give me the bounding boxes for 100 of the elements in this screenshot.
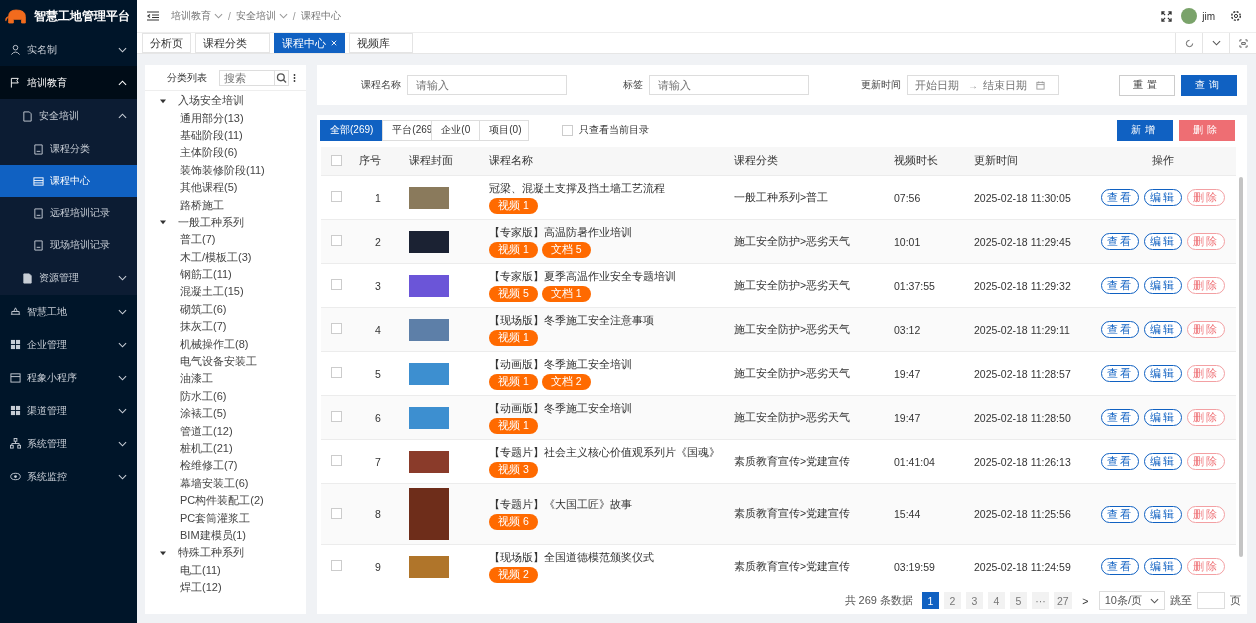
page-button[interactable]: 5 xyxy=(1010,592,1027,609)
breadcrumb-link[interactable]: 培训教育 xyxy=(171,9,223,23)
tree-node[interactable]: 防水工(6) xyxy=(145,387,306,406)
sidebar-item[interactable]: 远程培训记录 xyxy=(0,197,137,229)
more-icon[interactable] xyxy=(293,73,296,83)
tree-node[interactable]: 通用部分(13) xyxy=(145,109,306,127)
checkbox[interactable] xyxy=(331,507,342,519)
page-button[interactable]: ··· xyxy=(1032,592,1049,609)
tree-node[interactable]: 木工/模板工(3) xyxy=(145,248,306,266)
tree-node[interactable]: 机械操作工(8) xyxy=(145,335,306,353)
view-button[interactable]: 查看 xyxy=(1100,189,1139,206)
tree-node[interactable]: 管道工(12) xyxy=(145,422,306,440)
sidebar-item[interactable]: 培训教育 xyxy=(0,66,137,99)
checkbox[interactable] xyxy=(331,279,342,290)
avatar[interactable] xyxy=(1181,8,1198,24)
page-button[interactable]: 3 xyxy=(966,592,983,609)
tree-node[interactable]: PC套筒灌浆工 xyxy=(145,509,306,527)
tree-node[interactable]: 一般工种系列 xyxy=(145,213,306,232)
edit-button[interactable]: 编辑 xyxy=(1143,453,1182,470)
sidebar-item[interactable]: 现场培训记录 xyxy=(0,229,137,261)
edit-button[interactable]: 编辑 xyxy=(1143,505,1182,523)
checkbox[interactable] xyxy=(562,124,574,136)
input-field[interactable]: 请输入 xyxy=(407,75,567,95)
view-button[interactable]: 查看 xyxy=(1100,365,1139,382)
tree-node[interactable]: 桩机工(21) xyxy=(145,439,306,458)
checkbox[interactable] xyxy=(331,455,342,466)
tree-node[interactable]: PC构件装配工(2) xyxy=(145,492,306,510)
tree-node[interactable]: 钢筋工(11) xyxy=(145,265,306,284)
tree-node[interactable]: 涂裱工(5) xyxy=(145,405,306,423)
sidebar-item[interactable]: 企业管理 xyxy=(0,328,137,361)
tree-node[interactable]: 幕墙安装工(6) xyxy=(145,474,306,492)
checkbox[interactable] xyxy=(331,154,342,166)
sidebar-item[interactable]: 安全培训 xyxy=(0,99,137,133)
page-tab[interactable]: 课程分类 xyxy=(195,33,270,53)
page-size-select[interactable]: 10条/页 xyxy=(1098,591,1165,610)
sidebar-item[interactable]: 智慧工地 xyxy=(0,295,137,328)
view-button[interactable]: 查看 xyxy=(1100,453,1139,470)
tree-node[interactable]: 抹灰工(7) xyxy=(145,318,306,336)
sidebar-item[interactable]: 课程分类 xyxy=(0,133,137,165)
tree-node[interactable]: 路桥施工 xyxy=(145,196,306,214)
checkbox[interactable] xyxy=(331,191,342,202)
tree-node[interactable]: 主体阶段(6) xyxy=(145,144,306,162)
sidebar-item[interactable]: 程象小程序 xyxy=(0,361,137,394)
tree-node[interactable]: 入场安全培训 xyxy=(145,92,306,110)
search-field[interactable]: 搜索 xyxy=(219,70,275,86)
edit-button[interactable]: 编辑 xyxy=(1143,189,1182,206)
edit-button[interactable]: 编辑 xyxy=(1143,558,1182,575)
page-button[interactable]: 27 xyxy=(1054,592,1072,609)
view-button[interactable]: 查看 xyxy=(1100,505,1139,523)
sidebar-item[interactable]: 渠道管理 xyxy=(0,394,137,427)
tree-node[interactable]: 其他课程(5) xyxy=(145,178,306,197)
edit-button[interactable]: 编辑 xyxy=(1143,233,1182,250)
input-field[interactable]: 请输入 xyxy=(649,75,809,95)
sidebar-item[interactable]: 资源管理 xyxy=(0,261,137,295)
checkbox-label[interactable]: 只查看当前目录 xyxy=(579,123,650,137)
filter-tab[interactable]: 全部(269) xyxy=(320,119,384,141)
user-name[interactable]: jim xyxy=(1202,10,1215,22)
search-icon[interactable] xyxy=(275,70,289,86)
checkbox[interactable] xyxy=(331,367,342,378)
sidebar-item[interactable]: 实名制 xyxy=(0,33,137,66)
filter-tab[interactable]: 企业(0 xyxy=(431,119,481,141)
edit-button[interactable]: 编辑 xyxy=(1143,277,1182,294)
checkbox[interactable] xyxy=(331,235,342,246)
tree-node[interactable]: 电气设备安装工 xyxy=(145,352,306,371)
edit-button[interactable]: 编辑 xyxy=(1143,409,1182,426)
add-button[interactable]: 新增 xyxy=(1117,119,1173,141)
tree-node[interactable]: 油漆工 xyxy=(145,370,306,388)
breadcrumb-link[interactable]: 课程中心 xyxy=(300,9,341,23)
page-input[interactable] xyxy=(1197,592,1225,609)
tree-node[interactable]: 电工(11) xyxy=(145,561,306,579)
view-button[interactable]: 查看 xyxy=(1100,558,1139,575)
filter-tab[interactable]: 平台(269 xyxy=(382,119,433,141)
tree-node[interactable]: 砌筑工(6) xyxy=(145,300,306,319)
tree-node[interactable]: 基础阶段(11) xyxy=(145,126,306,145)
edit-button[interactable]: 编辑 xyxy=(1143,365,1182,382)
sidebar-item[interactable]: 课程中心 xyxy=(0,165,137,197)
search-button[interactable]: 查询 xyxy=(1181,74,1237,96)
edit-button[interactable]: 编辑 xyxy=(1143,321,1182,338)
scrollbar[interactable] xyxy=(1239,177,1243,557)
tree-node[interactable]: 焊工(12) xyxy=(145,578,306,597)
fullscreen-icon[interactable] xyxy=(1161,10,1173,22)
checkbox[interactable] xyxy=(331,560,342,571)
tree-node[interactable]: 特殊工种系列 xyxy=(145,544,306,562)
page-button[interactable]: 2 xyxy=(944,592,961,609)
filter-tab[interactable]: 项目(0) xyxy=(479,119,530,141)
breadcrumb-link[interactable]: 安全培训 xyxy=(235,9,288,23)
tree-node[interactable]: 混凝土工(15) xyxy=(145,283,306,301)
menu-fold-icon[interactable] xyxy=(147,11,159,21)
page-button[interactable]: 4 xyxy=(988,592,1005,609)
tree-node[interactable]: 装饰装修阶段(11) xyxy=(145,161,306,179)
view-button[interactable]: 查看 xyxy=(1100,409,1139,426)
sidebar-item[interactable]: 系统监控 xyxy=(0,460,137,493)
tree-node[interactable]: 检维修工(7) xyxy=(145,457,306,475)
tree-node[interactable]: BIM建模员(1) xyxy=(145,526,306,545)
page-tab[interactable]: 视频库 xyxy=(349,33,413,53)
view-button[interactable]: 查看 xyxy=(1100,321,1139,338)
view-button[interactable]: 查看 xyxy=(1100,277,1139,294)
checkbox[interactable] xyxy=(331,323,342,334)
settings-icon[interactable] xyxy=(1230,10,1242,22)
page-button[interactable]: 1 xyxy=(922,592,939,609)
